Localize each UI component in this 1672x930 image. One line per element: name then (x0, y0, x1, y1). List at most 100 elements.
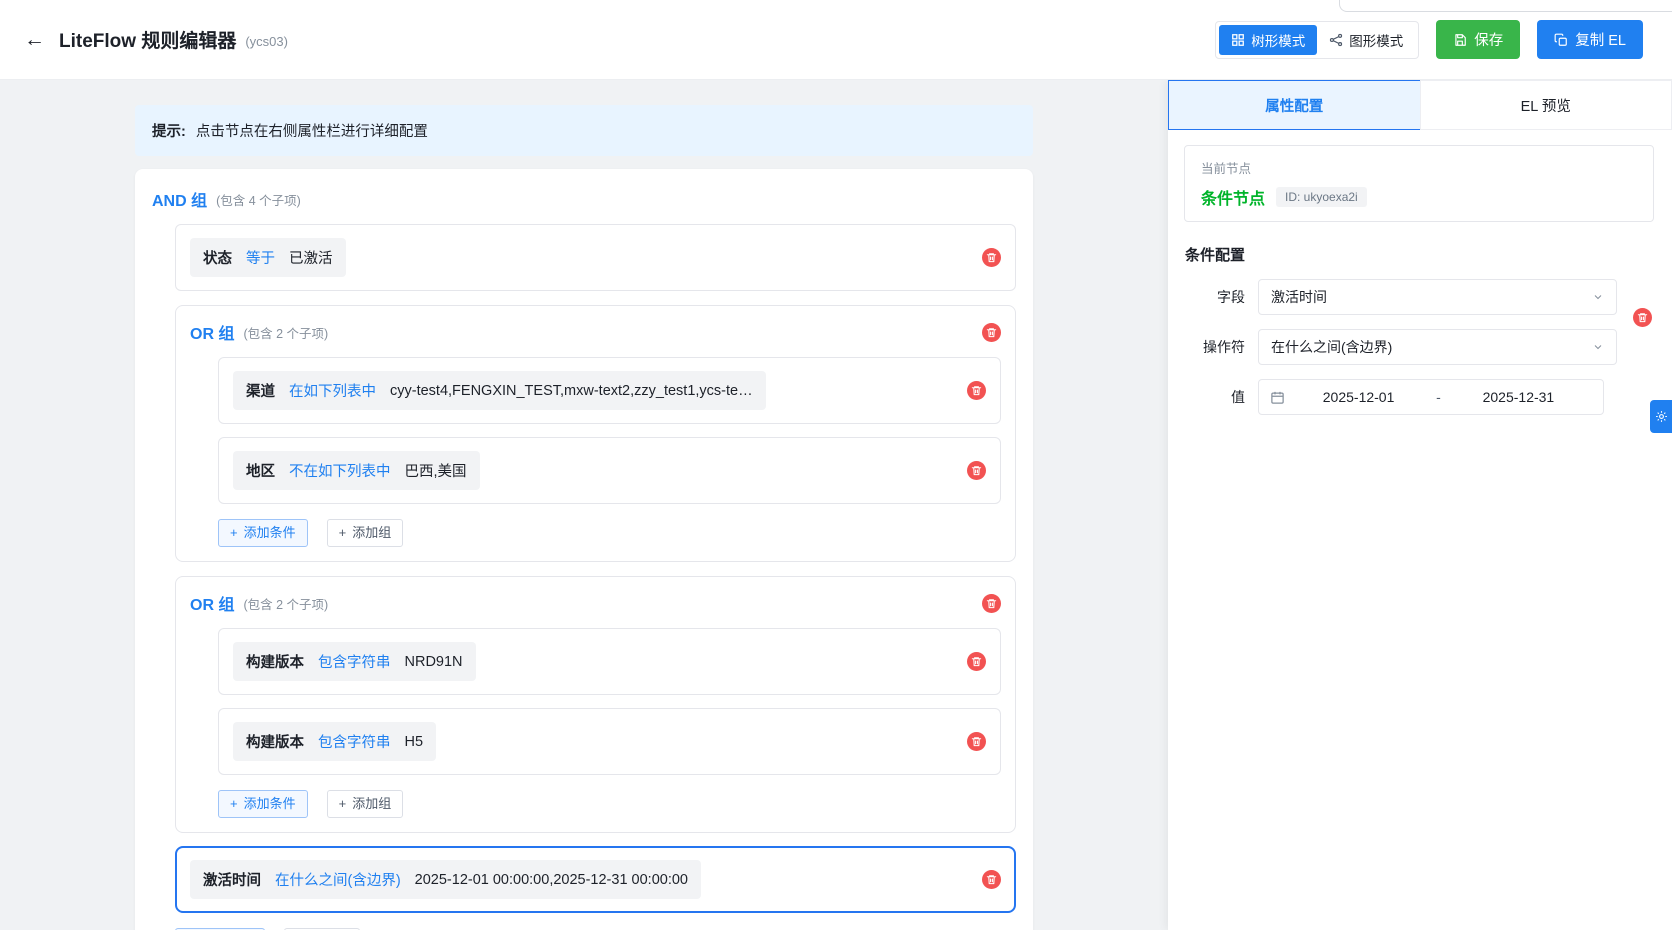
add-condition-button[interactable]: + 添加条件 (218, 519, 308, 547)
operator-row: 操作符 在什么之间(含边界) (1168, 329, 1672, 365)
node-id-badge: ID: ukyoexa2i (1276, 187, 1367, 207)
save-icon (1453, 33, 1467, 47)
rule-canvas: 提示: 点击节点在右侧属性栏进行详细配置 AND 组 (包含 4 个子项) 状态… (0, 80, 1168, 930)
condition-chip: 渠道 在如下列表中 cyy-test4,FENGXIN_TEST,mxw-tex… (233, 371, 766, 410)
delete-condition-button[interactable] (967, 652, 986, 671)
copy-icon (1554, 33, 1568, 47)
chevron-down-icon (1592, 341, 1604, 353)
tip-label: 提示: (152, 124, 186, 140)
delete-group-button[interactable] (982, 323, 1001, 342)
calendar-icon (1270, 390, 1285, 405)
back-button[interactable]: ← (24, 29, 45, 50)
or-group: OR 组 (包含 2 个子项) 渠道 在如下列表中 c (175, 305, 1016, 562)
save-label: 保存 (1474, 29, 1503, 50)
tip-text: 点击节点在右侧属性栏进行详细配置 (196, 124, 428, 140)
condition-value: 已激活 (289, 247, 333, 268)
plus-icon: + (230, 795, 238, 813)
condition-field: 构建版本 (246, 651, 304, 672)
condition-chip: 构建版本 包含字符串 NRD91N (233, 642, 476, 681)
node-type: 条件节点 (1201, 185, 1265, 209)
condition-operator: 等于 (246, 247, 275, 268)
tip-banner: 提示: 点击节点在右侧属性栏进行详细配置 (135, 105, 1033, 156)
field-label: 字段 (1168, 287, 1245, 307)
current-node-box: 当前节点 条件节点 ID: ukyoexa2i (1184, 145, 1654, 222)
root-group-card: AND 组 (包含 4 个子项) 状态 等于 已激活 (135, 169, 1033, 930)
delete-group-button[interactable] (982, 594, 1001, 613)
graph-mode-button[interactable]: 图形模式 (1317, 25, 1415, 55)
condition-chip: 地区 不在如下列表中 巴西,美国 (233, 451, 480, 490)
condition-operator: 包含字符串 (318, 651, 391, 672)
mode-toggle: 树形模式 图形模式 (1215, 21, 1419, 59)
add-condition-label: 添加条件 (244, 524, 296, 542)
operator-label: 操作符 (1168, 337, 1245, 357)
condition-operator: 包含字符串 (318, 731, 391, 752)
date-start[interactable]: 2025-12-01 (1285, 389, 1432, 405)
tab-el-preview[interactable]: EL 预览 (1420, 80, 1672, 130)
tree-mode-button[interactable]: 树形模式 (1219, 25, 1317, 55)
condition-row[interactable]: 构建版本 包含字符串 H5 (218, 708, 1001, 775)
delete-condition-button[interactable] (982, 870, 1001, 889)
or-group: OR 组 (包含 2 个子项) 构建版本 包含字符串 (175, 576, 1016, 833)
header: ← LiteFlow 规则编辑器 (ycs03) 树形模式 图形模式 保存 复制… (0, 0, 1672, 80)
field-select-value: 激活时间 (1271, 287, 1327, 307)
condition-row-selected[interactable]: 激活时间 在什么之间(含边界) 2025-12-01 00:00:00,2025… (175, 846, 1016, 913)
or-group-header: OR 组 (包含 2 个子项) (190, 591, 1001, 615)
value-row: 值 2025-12-01 - 2025-12-31 (1168, 379, 1672, 415)
date-separator: - (1432, 389, 1445, 405)
gear-icon (1655, 410, 1668, 423)
or-group-header: OR 组 (包含 2 个子项) (190, 320, 1001, 344)
operator-select[interactable]: 在什么之间(含边界) (1258, 329, 1617, 365)
properties-panel: 属性配置 EL 预览 当前节点 条件节点 ID: ukyoexa2i 条件配置 … (1168, 80, 1672, 930)
current-node-label: 当前节点 (1201, 158, 1637, 177)
tree-mode-label: 树形模式 (1251, 30, 1305, 50)
panel-tabs: 属性配置 EL 预览 (1168, 80, 1672, 130)
add-condition-button[interactable]: + 添加条件 (218, 790, 308, 818)
plus-icon: + (339, 524, 347, 542)
tab-properties[interactable]: 属性配置 (1168, 80, 1421, 130)
or-group-name: OR 组 (190, 320, 234, 344)
add-group-button[interactable]: + 添加组 (327, 790, 404, 818)
delete-condition-button[interactable] (967, 461, 986, 480)
or-group-count: (包含 2 个子项) (243, 323, 328, 342)
delete-condition-button[interactable] (982, 248, 1001, 267)
condition-row[interactable]: 构建版本 包含字符串 NRD91N (218, 628, 1001, 695)
condition-chip: 状态 等于 已激活 (190, 238, 346, 277)
delete-condition-button[interactable] (967, 732, 986, 751)
condition-field: 状态 (203, 247, 232, 268)
condition-row[interactable]: 地区 不在如下列表中 巴西,美国 (218, 437, 1001, 504)
back-arrow-icon: ← (24, 28, 45, 51)
or-group-count: (包含 2 个子项) (243, 594, 328, 613)
page-subtitle: (ycs03) (245, 34, 288, 49)
condition-value: 2025-12-01 00:00:00,2025-12-31 00:00:00 (415, 872, 688, 888)
condition-chip: 激活时间 在什么之间(含边界) 2025-12-01 00:00:00,2025… (190, 860, 701, 899)
root-group-name: AND 组 (152, 187, 207, 211)
date-end[interactable]: 2025-12-31 (1445, 389, 1592, 405)
plus-icon: + (230, 524, 238, 542)
copy-el-label: 复制 EL (1575, 29, 1626, 50)
condition-field: 地区 (246, 460, 275, 481)
field-row: 字段 激活时间 (1168, 279, 1672, 315)
delete-node-button[interactable] (1633, 308, 1652, 327)
condition-operator: 在如下列表中 (289, 380, 376, 401)
date-range-input[interactable]: 2025-12-01 - 2025-12-31 (1258, 379, 1604, 415)
root-group-header: AND 组 (包含 4 个子项) (152, 187, 1016, 211)
add-group-label: 添加组 (352, 524, 391, 542)
condition-config-title: 条件配置 (1185, 244, 1672, 265)
add-group-button[interactable]: + 添加组 (327, 519, 404, 547)
delete-condition-button[interactable] (967, 381, 986, 400)
condition-row[interactable]: 状态 等于 已激活 (175, 224, 1016, 291)
condition-operator: 不在如下列表中 (289, 460, 391, 481)
condition-value: H5 (405, 734, 424, 750)
condition-row[interactable]: 渠道 在如下列表中 cyy-test4,FENGXIN_TEST,mxw-tex… (218, 357, 1001, 424)
overlay-remnant (1339, 0, 1672, 12)
field-select[interactable]: 激活时间 (1258, 279, 1617, 315)
operator-select-value: 在什么之间(含边界) (1271, 337, 1392, 357)
copy-el-button[interactable]: 复制 EL (1537, 20, 1643, 59)
condition-field: 激活时间 (203, 869, 261, 890)
condition-field: 渠道 (246, 380, 275, 401)
group-actions: + 添加条件 + 添加组 (218, 519, 1001, 547)
tree-mode-icon (1231, 33, 1245, 47)
condition-operator: 在什么之间(含边界) (275, 869, 401, 890)
settings-edge-button[interactable] (1650, 400, 1672, 433)
save-button[interactable]: 保存 (1436, 20, 1520, 59)
